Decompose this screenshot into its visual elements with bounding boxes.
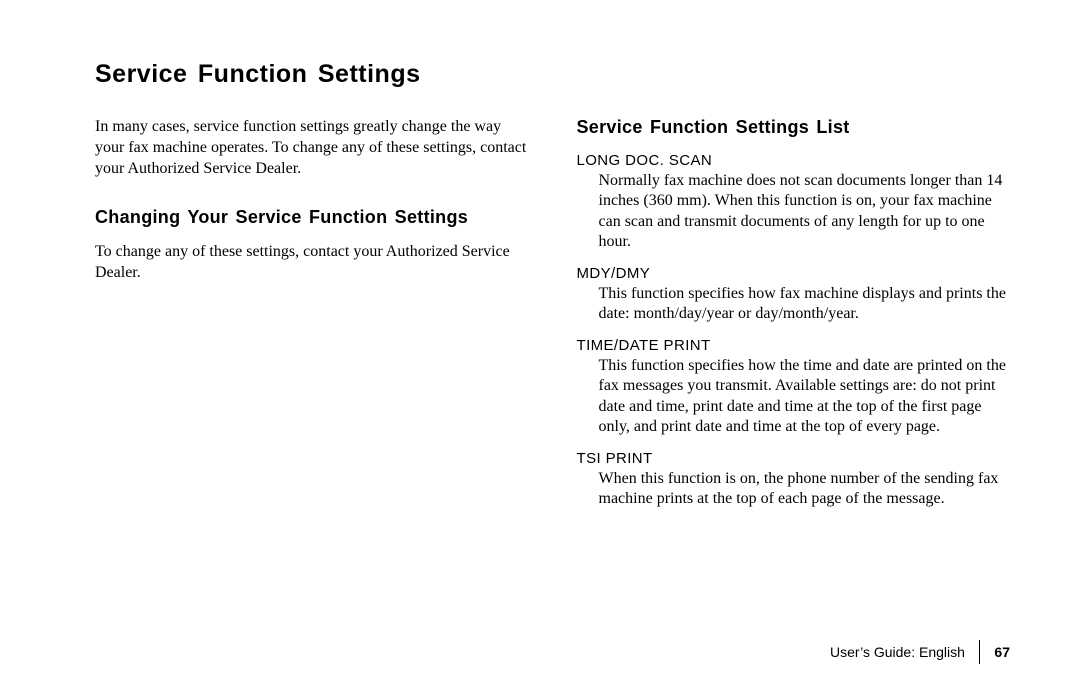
- settings-item-label: TSI PRINT: [577, 450, 1011, 467]
- settings-item: MDY/DMY This function specifies how fax …: [577, 265, 1011, 325]
- footer-guide-label: User’s Guide: English: [830, 644, 979, 660]
- footer-divider: [979, 640, 981, 664]
- settings-item-label: MDY/DMY: [577, 265, 1011, 282]
- settings-item-description: This function specifies how fax machine …: [599, 284, 1011, 325]
- settings-item: TSI PRINT When this function is on, the …: [577, 450, 1011, 510]
- settings-item-label: LONG DOC. SCAN: [577, 152, 1011, 169]
- right-subheading: Service Function Settings List: [577, 117, 1011, 138]
- right-column: Service Function Settings List LONG DOC.…: [577, 117, 1011, 518]
- page-title: Service Function Settings: [95, 60, 1010, 89]
- document-page: Service Function Settings In many cases,…: [0, 0, 1080, 698]
- intro-paragraph: In many cases, service function settings…: [95, 117, 529, 179]
- settings-item-description: Normally fax machine does not scan docum…: [599, 171, 1011, 253]
- settings-item: TIME/DATE PRINT This function specifies …: [577, 337, 1011, 438]
- two-column-layout: In many cases, service function settings…: [95, 117, 1010, 518]
- settings-item-description: This function specifies how the time and…: [599, 356, 1011, 438]
- settings-item-label: TIME/DATE PRINT: [577, 337, 1011, 354]
- left-body-text: To change any of these settings, contact…: [95, 242, 529, 284]
- left-column: In many cases, service function settings…: [95, 117, 529, 518]
- footer-page-number: 67: [994, 644, 1010, 660]
- settings-item: LONG DOC. SCAN Normally fax machine does…: [577, 152, 1011, 253]
- left-subheading: Changing Your Service Function Settings: [95, 207, 529, 228]
- page-footer: User’s Guide: English 67: [830, 640, 1010, 664]
- settings-item-description: When this function is on, the phone numb…: [599, 469, 1011, 510]
